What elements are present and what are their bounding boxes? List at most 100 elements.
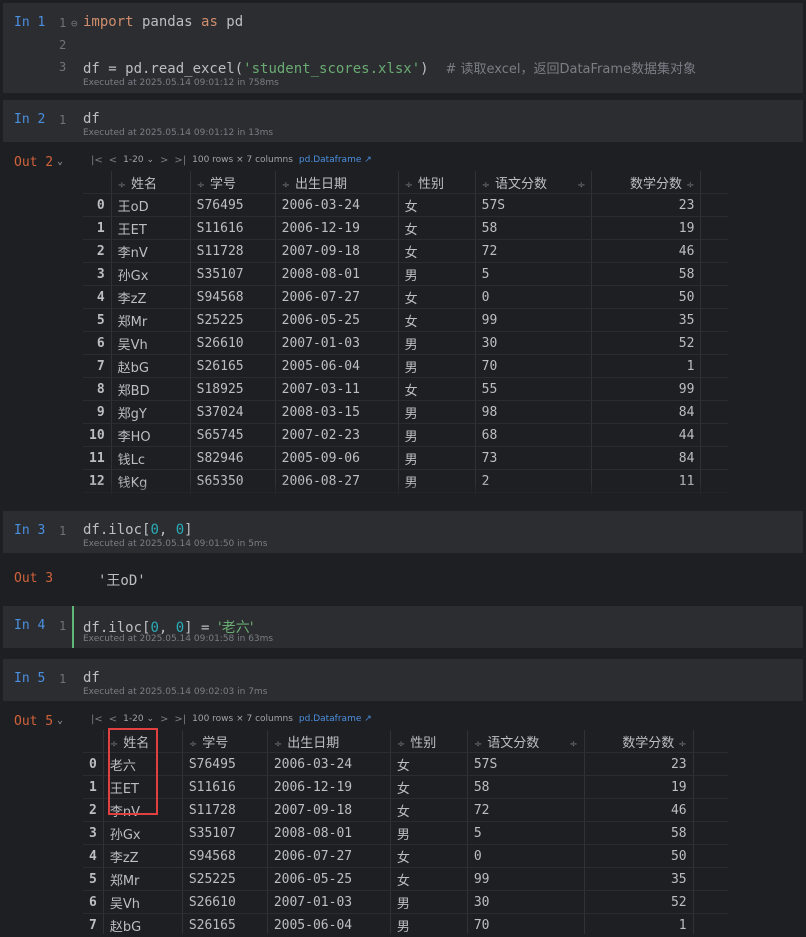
table-cell[interactable]: 73 — [475, 446, 593, 470]
table-cell[interactable]: 女 — [390, 844, 468, 868]
dataframe-link[interactable]: pd.Dataframe ↗ — [299, 714, 372, 724]
table-cell[interactable]: 吴Vh — [103, 890, 183, 914]
table-cell[interactable]: 女 — [390, 798, 468, 822]
next-page-icon[interactable]: > — [160, 714, 168, 725]
table-cell[interactable]: 44 — [591, 423, 702, 447]
last-page-icon[interactable]: >| — [174, 155, 186, 166]
table-row[interactable]: 7赵bGS261652005-06-04男70134 — [83, 913, 728, 934]
first-page-icon[interactable]: |< — [91, 155, 103, 166]
table-cell[interactable]: 女 — [398, 308, 476, 332]
table-row[interactable]: 8郑BDS189252007-03-11女559910 — [83, 377, 728, 401]
table-cell[interactable]: 84 — [591, 446, 702, 470]
table-cell[interactable]: S25225 — [190, 308, 276, 332]
next-page-icon[interactable]: > — [160, 155, 168, 166]
table-cell[interactable]: S11728 — [190, 239, 276, 263]
table-cell[interactable]: 2008-08-01 — [267, 821, 391, 845]
sort-icon[interactable]: ÷ — [474, 739, 482, 750]
table-cell[interactable]: 男 — [398, 423, 476, 447]
prev-page-icon[interactable]: < — [109, 155, 117, 166]
sort-icon[interactable]: ÷ — [197, 180, 205, 191]
table-cell[interactable]: S35107 — [190, 262, 276, 286]
table-cell[interactable]: 女 — [390, 775, 468, 799]
table-cell[interactable]: 2006-12-19 — [275, 216, 399, 240]
column-header[interactable]: ÷ 学号 — [182, 730, 268, 753]
table-cell[interactable]: 男 — [390, 821, 468, 845]
table-cell[interactable]: S76495 — [182, 752, 268, 776]
table-cell[interactable]: S26165 — [190, 354, 276, 378]
table-cell[interactable]: 男 — [390, 890, 468, 914]
table-cell[interactable]: S65745 — [190, 423, 276, 447]
table-cell[interactable]: S26165 — [182, 913, 268, 934]
table-cell[interactable]: 29 — [693, 821, 728, 845]
column-header[interactable]: ÷ 性别 — [398, 171, 476, 194]
table-cell[interactable]: 46 — [591, 239, 702, 263]
table-cell[interactable]: 女 — [398, 193, 476, 217]
table-cell[interactable]: 2006-05-25 — [275, 308, 399, 332]
code-line[interactable]: df.iloc[0, 0] — [83, 522, 193, 538]
table-cell[interactable]: 35 — [584, 867, 694, 891]
sort-icon[interactable]: ÷ — [282, 180, 290, 191]
table-cell[interactable]: 2006-03-24 — [267, 752, 391, 776]
table-cell[interactable]: 34 — [700, 354, 728, 378]
sort-icon[interactable]: ÷ — [686, 180, 694, 191]
table-cell[interactable]: 57S — [467, 752, 585, 776]
table-cell[interactable]: 2006-12-19 — [267, 775, 391, 799]
dataframe-table-1[interactable]: ÷姓名÷学号÷出生日期÷性别÷语文分数÷数学分数÷英语分数÷0王oDS76495… — [83, 171, 728, 496]
last-page-icon[interactable]: >| — [174, 714, 186, 725]
table-cell[interactable]: 王ET — [111, 216, 191, 240]
table-cell[interactable]: 郑Mr — [111, 308, 191, 332]
fold-icon[interactable]: ⊖ — [71, 17, 78, 30]
table-cell[interactable]: 1 — [591, 354, 702, 378]
table-cell[interactable]: 52 — [584, 890, 694, 914]
table-cell[interactable]: 70 — [475, 354, 593, 378]
table-cell[interactable]: 58 — [591, 262, 702, 286]
table-cell[interactable]: 2006-07-27 — [267, 844, 391, 868]
table-cell[interactable]: S11728 — [182, 798, 268, 822]
table-cell[interactable]: 99 — [475, 308, 593, 332]
column-header[interactable]: 英语分数÷ — [693, 730, 728, 753]
table-cell[interactable]: S35107 — [182, 821, 268, 845]
code-line-1[interactable]: import pandas as pd — [83, 14, 243, 30]
table-cell[interactable]: 99 — [591, 377, 702, 401]
table-cell[interactable]: 23 — [693, 867, 728, 891]
table-row[interactable]: 3孙GxS351072008-08-01男55829 — [83, 262, 728, 286]
table-cell[interactable]: 女 — [398, 239, 476, 263]
table-cell[interactable]: 2008-03-15 — [275, 400, 399, 424]
table-cell[interactable]: 84 — [591, 400, 702, 424]
table-cell[interactable]: 赵bG — [103, 913, 183, 934]
table-cell[interactable]: 50 — [584, 844, 694, 868]
table-cell[interactable]: 女 — [390, 867, 468, 891]
table-row[interactable]: 6吴VhS266102007-01-03男305255 — [83, 331, 728, 355]
table-row[interactable]: 11钱LcS829462005-09-06男738441 — [83, 446, 728, 470]
sort-icon[interactable]: ÷ — [189, 739, 197, 750]
table-cell[interactable]: 男 — [398, 446, 476, 470]
table-cell[interactable]: 男 — [390, 913, 468, 934]
table-cell[interactable]: 88 — [700, 239, 728, 263]
table-cell[interactable]: 女 — [398, 377, 476, 401]
first-page-icon[interactable]: |< — [91, 714, 103, 725]
table-cell[interactable]: 孙Gx — [111, 262, 191, 286]
sort-icon[interactable]: ÷ — [577, 180, 585, 191]
table-cell[interactable]: 1 — [584, 913, 694, 934]
table-cell[interactable]: 57S — [475, 193, 593, 217]
column-header[interactable]: 数学分数 ÷ — [584, 730, 694, 753]
table-row[interactable]: 9郑gYS370242008-03-15男988473 — [83, 400, 728, 424]
table-row[interactable]: 7赵bGS261652005-06-04男70134 — [83, 354, 728, 378]
column-header[interactable]: ÷ 学号 — [190, 171, 276, 194]
sort-icon[interactable]: ÷ — [405, 180, 413, 191]
table-row[interactable]: 4李zZS945682006-07-27女05037 — [83, 844, 728, 868]
table-cell[interactable]: 58 — [584, 821, 694, 845]
table-cell[interactable]: 10 — [700, 377, 728, 401]
table-row[interactable]: 1王ETS116162006-12-19女581973 — [83, 216, 728, 240]
table-cell[interactable]: 男 — [398, 354, 476, 378]
table-cell[interactable]: S94568 — [182, 844, 268, 868]
table-cell[interactable]: 郑gY — [111, 400, 191, 424]
table-cell[interactable]: 55 — [700, 331, 728, 355]
table-cell[interactable]: 19 — [591, 216, 702, 240]
table-cell[interactable]: 5 — [475, 262, 593, 286]
table-cell[interactable]: 2006-03-24 — [275, 193, 399, 217]
table-cell[interactable]: 男 — [398, 331, 476, 355]
prev-page-icon[interactable]: < — [109, 714, 117, 725]
sort-icon[interactable]: ÷ — [678, 739, 686, 750]
table-cell[interactable]: 30 — [475, 331, 593, 355]
